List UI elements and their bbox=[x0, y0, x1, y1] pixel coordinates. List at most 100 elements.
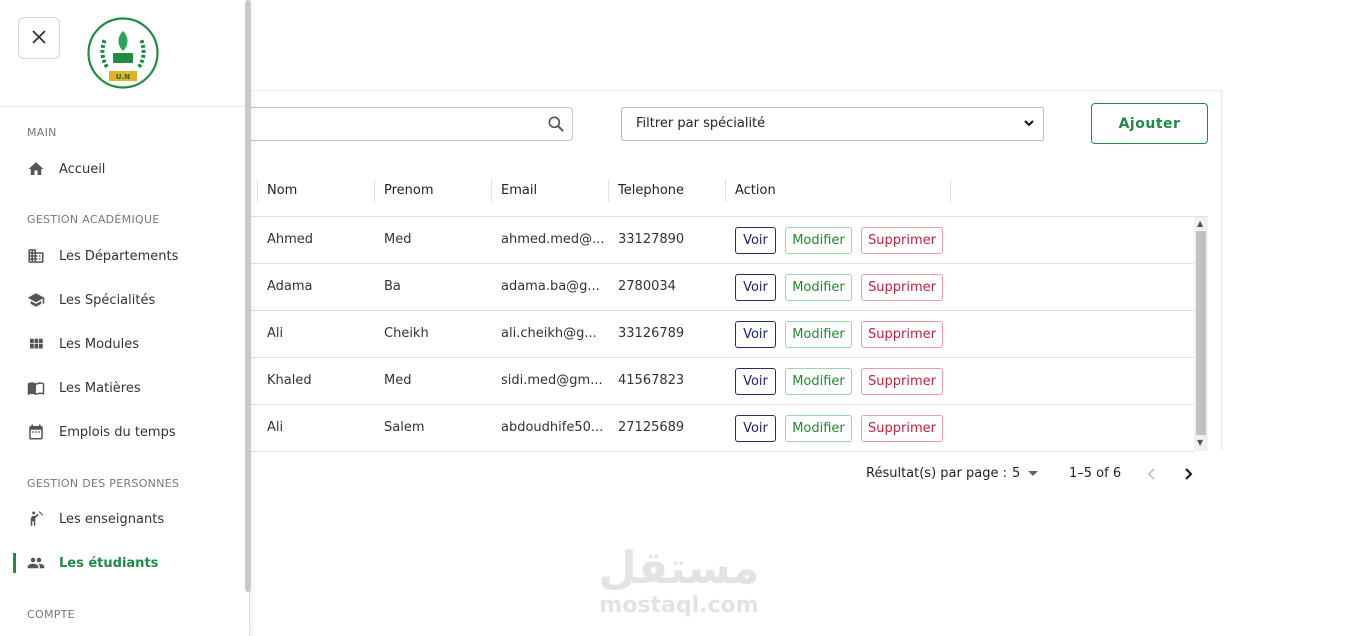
cell-telephone: 27125689 bbox=[618, 420, 685, 435]
sidebar-item-emplois-du-temps[interactable]: Emplois du temps bbox=[27, 420, 232, 444]
sidebar: U.N MAIN Accueil GESTION ACADÉMIQUE Les … bbox=[0, 0, 251, 636]
cell-nom: Ahmed bbox=[267, 232, 314, 247]
table-row[interactable]: Ahmed Med ahmed.med@... 33127890 Voir Mo… bbox=[200, 217, 1194, 264]
cell-telephone: 33127890 bbox=[618, 232, 685, 247]
sidebar-item-label: Les Matières bbox=[59, 380, 141, 396]
cell-telephone: 41567823 bbox=[618, 373, 685, 388]
scroll-down-arrow-icon[interactable]: ▼ bbox=[1197, 438, 1203, 447]
table-header: Nom Prenom Email Telephone Action bbox=[200, 168, 1208, 217]
edit-button[interactable]: Modifier bbox=[785, 227, 852, 254]
caret-down-icon bbox=[1028, 466, 1039, 481]
header-nom[interactable]: Nom bbox=[267, 183, 297, 198]
delete-button[interactable]: Supprimer bbox=[861, 321, 943, 348]
cell-email: ahmed.med@... bbox=[501, 232, 605, 247]
sidebar-item-label: Les Départements bbox=[59, 248, 179, 264]
sidebar-item-enseignants[interactable]: Les enseignants bbox=[27, 507, 232, 531]
sidebar-item-etudiants[interactable]: Les étudiants bbox=[27, 551, 232, 575]
cell-prenom: Med bbox=[384, 232, 412, 247]
cell-nom: Ali bbox=[267, 420, 284, 435]
sidebar-item-label: Les enseignants bbox=[59, 511, 165, 527]
sidebar-header: U.N bbox=[0, 0, 246, 107]
watermark-arabic: مستقل bbox=[598, 543, 760, 594]
view-button[interactable]: Voir bbox=[735, 227, 776, 254]
header-action: Action bbox=[735, 183, 776, 198]
sidebar-item-specialites[interactable]: Les Spécialités bbox=[27, 288, 232, 312]
book-icon bbox=[27, 379, 45, 397]
watermark: مستقل mostaql.com bbox=[594, 545, 764, 625]
search-icon[interactable] bbox=[546, 114, 566, 134]
sidebar-item-matieres[interactable]: Les Matières bbox=[27, 376, 232, 400]
delete-button[interactable]: Supprimer bbox=[861, 227, 943, 254]
delete-button[interactable]: Supprimer bbox=[861, 368, 943, 395]
table-row[interactable]: Adama Ba adama.ba@g... 2780034 Voir Modi… bbox=[200, 264, 1194, 311]
view-button[interactable]: Voir bbox=[735, 368, 776, 395]
cell-email: abdoudhife50... bbox=[501, 420, 604, 435]
edit-button[interactable]: Modifier bbox=[785, 415, 852, 442]
column-separator[interactable] bbox=[725, 180, 726, 202]
cell-telephone: 2780034 bbox=[618, 279, 676, 294]
delete-button[interactable]: Supprimer bbox=[861, 274, 943, 301]
calendar-icon bbox=[27, 423, 45, 441]
search-input[interactable] bbox=[200, 107, 573, 141]
edit-button[interactable]: Modifier bbox=[785, 321, 852, 348]
sidebar-item-modules[interactable]: Les Modules bbox=[27, 332, 232, 356]
speciality-filter-select[interactable]: Filtrer par spécialité bbox=[621, 107, 1044, 141]
sidebar-item-accueil[interactable]: Accueil bbox=[27, 157, 232, 181]
table-scrollbar[interactable]: ▲ ▼ bbox=[1194, 217, 1208, 451]
rows-per-page-select[interactable]: 5 bbox=[1012, 466, 1039, 481]
chevron-down-icon bbox=[1023, 117, 1035, 129]
chevron-right-icon[interactable] bbox=[1182, 467, 1194, 485]
people-icon bbox=[27, 554, 45, 572]
close-sidebar-button[interactable] bbox=[18, 17, 60, 59]
sidebar-item-label: Emplois du temps bbox=[59, 424, 176, 440]
cell-email: ali.cheikh@g... bbox=[501, 326, 597, 341]
building-icon bbox=[27, 247, 45, 265]
filter-label: Filtrer par spécialité bbox=[636, 116, 766, 131]
delete-button[interactable]: Supprimer bbox=[861, 415, 943, 442]
column-separator[interactable] bbox=[374, 180, 375, 202]
cell-prenom: Salem bbox=[384, 420, 425, 435]
view-button[interactable]: Voir bbox=[735, 321, 776, 348]
section-title-main: MAIN bbox=[27, 126, 57, 139]
column-separator[interactable] bbox=[257, 180, 258, 202]
cell-telephone: 33126789 bbox=[618, 326, 685, 341]
home-icon bbox=[27, 160, 45, 178]
sidebar-scrollbar[interactable] bbox=[245, 0, 251, 592]
page-range: 1–5 of 6 bbox=[1069, 466, 1122, 481]
sidebar-item-label: Accueil bbox=[59, 161, 106, 177]
header-telephone[interactable]: Telephone bbox=[618, 183, 684, 198]
chevron-left-icon[interactable] bbox=[1146, 467, 1158, 485]
cell-nom: Adama bbox=[267, 279, 313, 294]
section-title-gestion-des-personnes: GESTION DES PERSONNES bbox=[27, 477, 180, 490]
view-button[interactable]: Voir bbox=[735, 415, 776, 442]
rows-per-page-value: 5 bbox=[1012, 466, 1021, 481]
view-button[interactable]: Voir bbox=[735, 274, 776, 301]
edit-button[interactable]: Modifier bbox=[785, 274, 852, 301]
logo-text: U.N bbox=[116, 73, 130, 81]
add-student-button[interactable]: Ajouter bbox=[1091, 103, 1208, 144]
sidebar-item-label: Les étudiants bbox=[59, 555, 159, 571]
cell-email: sidi.med@gm... bbox=[501, 373, 603, 388]
column-separator[interactable] bbox=[950, 180, 951, 202]
column-separator[interactable] bbox=[608, 180, 609, 202]
sidebar-item-label: Les Modules bbox=[59, 336, 139, 352]
edit-button[interactable]: Modifier bbox=[785, 368, 852, 395]
cell-nom: Ali bbox=[267, 326, 284, 341]
sidebar-item-label: Les Spécialités bbox=[59, 292, 156, 308]
cell-email: adama.ba@g... bbox=[501, 279, 600, 294]
teacher-icon bbox=[27, 510, 45, 528]
sidebar-item-departements[interactable]: Les Départements bbox=[27, 244, 232, 268]
table-row[interactable]: Khaled Med sidi.med@gm... 41567823 Voir … bbox=[200, 358, 1194, 405]
active-indicator bbox=[13, 553, 16, 573]
section-title-compte: COMPTE bbox=[27, 608, 75, 621]
table-row[interactable]: Ali Salem abdoudhife50... 27125689 Voir … bbox=[200, 405, 1194, 452]
scrollbar-thumb[interactable] bbox=[1196, 231, 1206, 435]
table-row[interactable]: Ali Cheikh ali.cheikh@g... 33126789 Voir… bbox=[200, 311, 1194, 358]
header-prenom[interactable]: Prenom bbox=[384, 183, 434, 198]
header-email[interactable]: Email bbox=[501, 183, 537, 198]
cell-prenom: Ba bbox=[384, 279, 401, 294]
cell-prenom: Cheikh bbox=[384, 326, 429, 341]
university-logo: U.N bbox=[87, 17, 159, 89]
scroll-up-arrow-icon[interactable]: ▲ bbox=[1197, 219, 1203, 228]
column-separator[interactable] bbox=[491, 180, 492, 202]
